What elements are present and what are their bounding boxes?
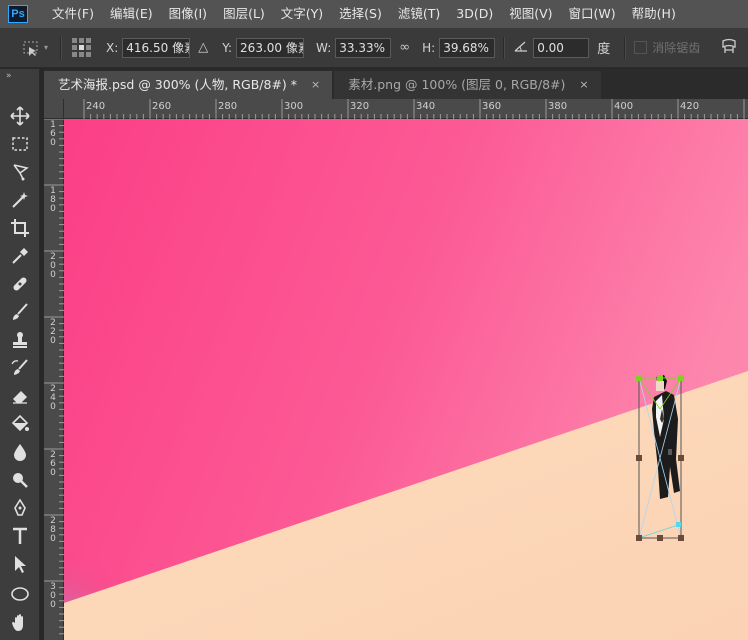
- ruler-label: 280: [50, 516, 56, 544]
- photoshop-logo: Ps: [8, 5, 28, 23]
- menu-view[interactable]: 视图(V): [501, 0, 560, 28]
- transform-handle[interactable]: [678, 375, 684, 381]
- transform-handle[interactable]: [676, 522, 681, 527]
- h-field[interactable]: 39.68%: [439, 37, 496, 58]
- collapse-icon[interactable]: »: [6, 71, 12, 81]
- ruler-label: 200: [50, 252, 56, 280]
- tab-art-poster[interactable]: 艺术海报.psd @ 300% (人物, RGB/8#) * ×: [44, 71, 333, 99]
- ruler-label: 300: [50, 582, 56, 610]
- antialias-label: 消除锯齿: [652, 41, 701, 55]
- eraser-icon[interactable]: [8, 385, 32, 407]
- menu-edit[interactable]: 编辑(E): [102, 0, 161, 28]
- angle-unit: 度: [597, 42, 611, 57]
- ruler-label: 380: [548, 101, 568, 112]
- path-select-icon[interactable]: [8, 553, 32, 575]
- antialias-checkbox[interactable]: [634, 41, 648, 54]
- y-field[interactable]: 263.00 像素: [236, 37, 305, 58]
- ruler-label: 180: [50, 186, 56, 214]
- warp-icon[interactable]: [720, 37, 738, 58]
- delta-icon[interactable]: △: [198, 40, 208, 55]
- transform-handle[interactable]: [678, 455, 684, 461]
- type-icon[interactable]: [8, 525, 32, 547]
- close-icon[interactable]: ×: [579, 71, 588, 99]
- menu-window[interactable]: 窗口(W): [561, 0, 624, 28]
- ruler-corner[interactable]: [44, 99, 64, 119]
- hand-icon[interactable]: [8, 612, 32, 634]
- ruler-label: 300: [284, 101, 304, 112]
- ruler-label: 280: [218, 101, 238, 112]
- w-label: W:: [316, 40, 332, 55]
- x-label: X:: [106, 40, 119, 55]
- ruler-label: 240: [86, 101, 106, 112]
- w-field[interactable]: 33.33%: [335, 37, 392, 58]
- document-tabs: 艺术海报.psd @ 300% (人物, RGB/8#) * × 素材.png …: [44, 69, 748, 99]
- menu-file[interactable]: 文件(F): [44, 0, 102, 28]
- vertical-ruler[interactable]: 160 180 200 220 240 260 280 300: [44, 119, 64, 640]
- ruler-label: 400: [614, 101, 634, 112]
- close-icon[interactable]: ×: [311, 71, 320, 99]
- transform-handle[interactable]: [636, 455, 642, 461]
- lasso-icon[interactable]: [8, 161, 32, 183]
- h-label: H:: [422, 40, 436, 55]
- ruler-label: 220: [50, 318, 56, 346]
- ruler-label: 260: [152, 101, 172, 112]
- ruler-label: 240: [50, 384, 56, 412]
- divider: [624, 36, 627, 59]
- ruler-label: 340: [416, 101, 436, 112]
- link-icon[interactable]: ∞: [399, 40, 410, 55]
- transform-handle[interactable]: [657, 535, 663, 541]
- history-brush-icon[interactable]: [8, 357, 32, 379]
- menu-filter[interactable]: 滤镜(T): [390, 0, 448, 28]
- ruler-label: 260: [50, 450, 56, 478]
- options-bar: ▾ X: 416.50 像素 △ Y: 263.00 像素 W: 33.33% …: [0, 28, 748, 68]
- brush-icon[interactable]: [8, 301, 32, 323]
- menu-help[interactable]: 帮助(H): [624, 0, 684, 28]
- transform-handle[interactable]: [678, 535, 684, 541]
- transform-handle[interactable]: [636, 375, 642, 381]
- eyedropper-icon[interactable]: [8, 245, 32, 267]
- stamp-icon[interactable]: [8, 329, 32, 351]
- divider: [503, 36, 506, 59]
- menu-3d[interactable]: 3D(D): [448, 0, 501, 28]
- transform-handle[interactable]: [657, 375, 663, 381]
- ruler-label: 320: [350, 101, 370, 112]
- pen-icon[interactable]: [8, 497, 32, 519]
- document-canvas[interactable]: [64, 119, 748, 640]
- dropdown-arrow-icon[interactable]: ▾: [44, 43, 52, 52]
- transform-handle[interactable]: [636, 535, 642, 541]
- reference-point-icon[interactable]: [70, 37, 92, 59]
- divider: [60, 36, 62, 59]
- magic-wand-icon[interactable]: [8, 189, 32, 211]
- crop-icon[interactable]: [8, 217, 32, 239]
- healing-icon[interactable]: [8, 273, 32, 295]
- ellipse-icon[interactable]: [8, 583, 32, 605]
- menu-type[interactable]: 文字(Y): [273, 0, 331, 28]
- artwork: [64, 119, 748, 640]
- tab-label: 素材.png @ 100% (图层 0, RGB/8#): [348, 77, 566, 92]
- tab-material[interactable]: 素材.png @ 100% (图层 0, RGB/8#) ×: [334, 71, 601, 99]
- marquee-icon[interactable]: [8, 133, 32, 155]
- angle-icon: [513, 39, 529, 56]
- tools-panel: »: [0, 69, 40, 640]
- tab-label: 艺术海报.psd @ 300% (人物, RGB/8#) *: [58, 77, 298, 92]
- menu-image[interactable]: 图像(I): [161, 0, 215, 28]
- menu-select[interactable]: 选择(S): [331, 0, 390, 28]
- ruler-label: 360: [482, 101, 502, 112]
- ruler-label: 160: [50, 120, 56, 148]
- move-icon[interactable]: [8, 105, 32, 127]
- blur-icon[interactable]: [8, 441, 32, 463]
- dodge-icon[interactable]: [8, 469, 32, 491]
- x-field[interactable]: 416.50 像素: [122, 37, 191, 58]
- menu-bar: Ps 文件(F) 编辑(E) 图像(I) 图层(L) 文字(Y) 选择(S) 滤…: [0, 0, 748, 28]
- angle-field[interactable]: 0.00: [533, 37, 590, 58]
- y-label: Y:: [222, 40, 233, 55]
- menu-layer[interactable]: 图层(L): [215, 0, 273, 28]
- horizontal-ruler[interactable]: 240 260 280 300 320 340 360 380 400 420: [64, 99, 748, 119]
- ruler-label: 420: [680, 101, 700, 112]
- transform-tool-icon[interactable]: [18, 37, 44, 59]
- paint-bucket-icon[interactable]: [8, 413, 32, 435]
